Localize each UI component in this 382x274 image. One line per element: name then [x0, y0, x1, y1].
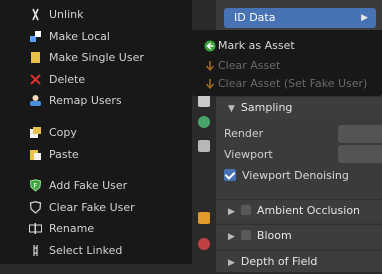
chevron-down-icon: ▼: [228, 104, 235, 114]
panel-title: Depth of Field: [240, 255, 318, 268]
submenu-item-label: Mark as Asset: [218, 39, 295, 52]
menu-item-label: Add Fake User: [49, 179, 128, 193]
submenu-item-clear-asset-set-fake-user[interactable]: Clear Asset (Set Fake User): [205, 75, 368, 93]
menu-item-rename[interactable]: Rename: [0, 218, 192, 240]
menu-item-make-single-user[interactable]: Make Single User: [0, 47, 192, 69]
unlink-icon: [29, 8, 42, 21]
paste-icon: [29, 148, 42, 161]
menu-item-label: Make Local: [49, 29, 110, 43]
chevron-right-icon: ▶: [361, 13, 368, 23]
checkbox-checked-icon: [224, 169, 236, 181]
menu-item-delete[interactable]: Delete: [0, 69, 192, 91]
menu-item-make-local[interactable]: Make Local: [0, 26, 192, 48]
menu-item-remap-users[interactable]: Remap Users: [0, 90, 192, 112]
menu-item-label: Unlink: [49, 8, 84, 21]
view-layer-tab-icon[interactable]: [198, 140, 210, 152]
remap-users-icon: [29, 94, 42, 107]
render-samples-label: Render: [224, 127, 264, 140]
menu-separator: [0, 112, 192, 122]
clear-asset-fake-user-icon: [204, 78, 216, 90]
menu-item-label: Delete: [49, 72, 86, 86]
ambient-occlusion-toggle[interactable]: [240, 205, 251, 215]
menu-item-label: Select Linked: [49, 243, 123, 257]
menu-item-label: Paste: [49, 147, 79, 161]
menu-item-label: Remap Users: [49, 94, 122, 108]
panel-title: Ambient Occlusion: [256, 204, 361, 217]
id-data-submenu-button[interactable]: ID Data ▶: [224, 8, 376, 28]
menu-item-paste[interactable]: Paste: [0, 144, 192, 166]
menu-item-label: Copy: [49, 125, 77, 139]
chevron-right-icon: ▶: [228, 207, 235, 217]
viewport-samples-label: Viewport: [224, 148, 273, 161]
bloom-toggle[interactable]: [240, 230, 251, 240]
copy-icon: [29, 126, 42, 139]
panel-title: Bloom: [256, 229, 292, 242]
menu-item-label: Make Single User: [49, 51, 144, 65]
menu-item-label: Rename: [49, 222, 95, 236]
viewport-samples-field[interactable]: [338, 145, 382, 163]
id-data-submenu: Mark as Asset Clear Asset Clear Asset (S…: [192, 30, 382, 96]
object-tab-icon[interactable]: [198, 212, 210, 224]
chevron-right-icon: ▶: [228, 232, 235, 242]
clear-asset-icon: [204, 60, 216, 72]
menu-item-copy[interactable]: Copy: [0, 122, 192, 144]
chevron-right-icon: ▶: [228, 258, 235, 268]
delete-icon: [29, 73, 42, 86]
submenu-title: ID Data: [234, 11, 276, 24]
menu-item-label: Clear Fake User: [49, 200, 135, 214]
properties-editor: ID Data ▶ Mark as Asset Clear Asset Clea…: [192, 0, 382, 272]
render-samples-field[interactable]: [338, 125, 382, 143]
select-linked-icon: [29, 244, 42, 257]
menu-item-clear-fake-user[interactable]: Clear Fake User: [0, 197, 192, 219]
bloom-panel-header[interactable]: ▶ Bloom: [216, 224, 382, 246]
submenu-item-mark-as-asset[interactable]: Mark as Asset: [204, 37, 295, 55]
rename-icon: [29, 222, 42, 235]
submenu-item-label: Clear Asset: [218, 59, 281, 72]
menu-item-unlink[interactable]: Unlink: [0, 4, 192, 26]
single-user-icon: [29, 51, 42, 64]
menu-item-select-linked[interactable]: Select Linked: [0, 240, 192, 262]
ambient-occlusion-panel-header[interactable]: ▶ Ambient Occlusion: [216, 199, 382, 221]
submenu-item-label: Clear Asset (Set Fake User): [218, 77, 368, 90]
menu-item-add-fake-user[interactable]: F Add Fake User: [0, 175, 192, 197]
fake-user-outline-icon: [29, 200, 42, 214]
render-tab-icon[interactable]: [198, 95, 210, 107]
panel-title: Sampling: [240, 101, 293, 114]
make-local-icon: [29, 30, 42, 43]
viewport-denoising-checkbox[interactable]: Viewport Denoising: [224, 166, 349, 186]
submenu-item-clear-asset[interactable]: Clear Asset: [205, 57, 281, 75]
sampling-panel-header[interactable]: ▼ Sampling: [216, 96, 382, 118]
checkbox-label: Viewport Denoising: [242, 169, 349, 182]
svg-text:F: F: [33, 182, 37, 190]
fake-user-icon: F: [29, 179, 42, 192]
output-tab-icon[interactable]: [198, 116, 210, 128]
menu-separator: [0, 165, 192, 175]
mark-asset-icon: [204, 40, 216, 52]
depth-of-field-panel-header[interactable]: ▶ Depth of Field: [216, 250, 382, 272]
world-tab-icon[interactable]: [198, 238, 210, 250]
id-context-menu: Unlink Make Local Make Single User Delet…: [0, 0, 192, 264]
